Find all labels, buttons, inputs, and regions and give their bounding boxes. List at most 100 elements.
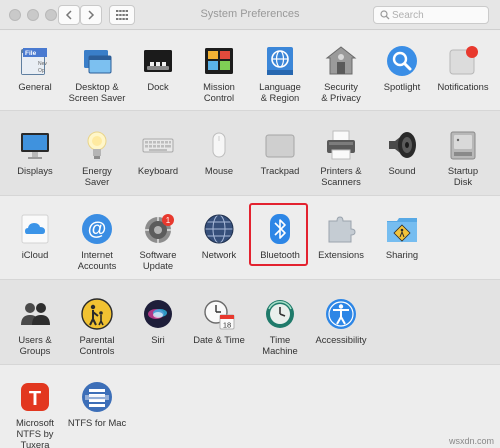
notifications-icon — [446, 44, 480, 78]
zoom-window-button[interactable] — [45, 9, 57, 21]
minimize-window-button[interactable] — [27, 9, 39, 21]
date-time-icon: 18 — [202, 297, 236, 331]
grid-icon — [116, 10, 128, 20]
pref-label: Extensions — [318, 249, 364, 260]
svg-text:Op: Op — [38, 68, 45, 74]
sound-icon — [385, 128, 419, 162]
pref-label: Software Update — [139, 249, 177, 271]
accessibility-icon — [324, 297, 358, 331]
pref-security-privacy[interactable]: Security & Privacy — [308, 44, 374, 126]
pref-label: Time Machine — [262, 334, 298, 356]
disk-icon — [446, 128, 480, 162]
pref-label: Sharing — [385, 249, 419, 260]
pref-label: Microsoft NTFS by Tuxera — [15, 417, 55, 448]
forward-button[interactable] — [80, 5, 102, 25]
pref-label: Users & Groups — [18, 334, 52, 356]
pref-extensions[interactable]: Extensions — [308, 212, 374, 294]
pref-icloud[interactable]: iCloud — [2, 212, 68, 294]
pref-ntfs-for-mac[interactable]: NTFS for Mac — [64, 380, 130, 448]
pref-siri[interactable]: Siri — [125, 297, 191, 379]
extensions-icon — [324, 212, 358, 246]
chevron-left-icon — [65, 10, 72, 20]
pref-startup-disk[interactable]: Startup Disk — [430, 128, 496, 210]
pref-keyboard[interactable]: Keyboard — [125, 128, 191, 210]
parental-icon — [80, 297, 114, 331]
pref-general[interactable]: File Nev Op General — [2, 44, 68, 126]
search-icon — [380, 10, 390, 20]
pref-label: Startup Disk — [447, 165, 479, 187]
pref-displays[interactable]: Displays — [2, 128, 68, 210]
pref-label: Dock — [147, 81, 169, 92]
pref-sharing[interactable]: Sharing — [369, 212, 435, 294]
pref-label: Desktop & Screen Saver — [68, 81, 126, 103]
security-icon — [324, 44, 358, 78]
pref-sound[interactable]: Sound — [369, 128, 435, 210]
pref-label: Security & Privacy — [321, 81, 361, 103]
pref-label: Energy Saver — [82, 165, 112, 187]
software-update-icon: 1 — [141, 212, 175, 246]
keyboard-icon — [141, 128, 175, 162]
pref-label: Mouse — [204, 165, 234, 176]
printer-icon — [324, 128, 358, 162]
desktop-icon — [80, 44, 114, 78]
show-all-button[interactable] — [109, 5, 135, 25]
bluetooth-selection-outline — [249, 203, 308, 266]
tuxera-glyph: T — [29, 388, 41, 410]
search-field[interactable] — [373, 6, 489, 24]
pref-label: iCloud — [21, 249, 49, 260]
pref-parental-controls[interactable]: Parental Controls — [64, 297, 130, 379]
pref-label: Spotlight — [383, 81, 421, 92]
pref-label: Trackpad — [260, 165, 300, 176]
system-preferences-window: System Preferences FileNevOp General Des… — [0, 0, 500, 448]
pref-trackpad[interactable]: Trackpad — [247, 128, 313, 210]
energy-icon — [80, 128, 114, 162]
pref-internet-accounts[interactable]: @ Internet Accounts — [64, 212, 130, 294]
pref-time-machine[interactable]: Time Machine — [247, 297, 313, 379]
pref-mission-control[interactable]: Mission Control — [186, 44, 252, 126]
pref-label: Network — [201, 249, 237, 260]
pref-microsoft-ntfs-tuxera[interactable]: T Microsoft NTFS by Tuxera — [2, 380, 68, 448]
pref-printers-scanners[interactable]: Printers & Scanners — [308, 128, 374, 210]
pref-desktop-screen-saver[interactable]: Desktop & Screen Saver — [64, 44, 130, 126]
pref-software-update[interactable]: 1 Software Update — [125, 212, 191, 294]
pref-label: General — [18, 81, 52, 92]
pref-dock[interactable]: Dock — [125, 44, 191, 126]
pref-network[interactable]: Network — [186, 212, 252, 294]
mouse-icon — [202, 128, 236, 162]
search-input[interactable] — [392, 8, 484, 22]
calendar-day: 18 — [223, 321, 231, 330]
pref-label: Sound — [388, 165, 416, 176]
pref-label: NTFS for Mac — [67, 417, 127, 428]
pref-mouse[interactable]: Mouse — [186, 128, 252, 210]
pref-accessibility[interactable]: Accessibility — [308, 297, 374, 379]
pref-language-region[interactable]: Language & Region — [247, 44, 313, 126]
ntfs-icon — [80, 380, 114, 414]
pref-notifications[interactable]: Notifications — [430, 44, 496, 126]
svg-text:@: @ — [88, 219, 107, 240]
displays-icon — [18, 128, 52, 162]
pref-label: Internet Accounts — [77, 249, 117, 271]
pref-label: Mission Control — [203, 81, 235, 103]
dock-icon — [141, 44, 175, 78]
time-machine-icon — [263, 297, 297, 331]
mission-control-icon — [202, 44, 236, 78]
internet-accounts-icon: @ — [80, 212, 114, 246]
language-icon — [263, 44, 297, 78]
back-button[interactable] — [58, 5, 80, 25]
siri-icon — [141, 297, 175, 331]
close-window-button[interactable] — [9, 9, 21, 21]
pref-label: Parental Controls — [79, 334, 115, 356]
watermark-text: wsxdn.com — [448, 436, 494, 446]
title-bar: System Preferences — [0, 0, 500, 30]
pref-label: Language & Region — [259, 81, 301, 103]
pref-label: Date & Time — [193, 334, 245, 345]
spotlight-icon — [385, 44, 419, 78]
sharing-icon — [385, 212, 419, 246]
pref-label: Accessibility — [315, 334, 367, 345]
pref-spotlight[interactable]: Spotlight — [369, 44, 435, 126]
update-count-badge: 1 — [166, 216, 171, 225]
pref-date-time[interactable]: 18 Date & Time — [186, 297, 252, 379]
pref-label: Displays — [17, 165, 53, 176]
pref-energy-saver[interactable]: Energy Saver — [64, 128, 130, 210]
pref-users-groups[interactable]: Users & Groups — [2, 297, 68, 379]
